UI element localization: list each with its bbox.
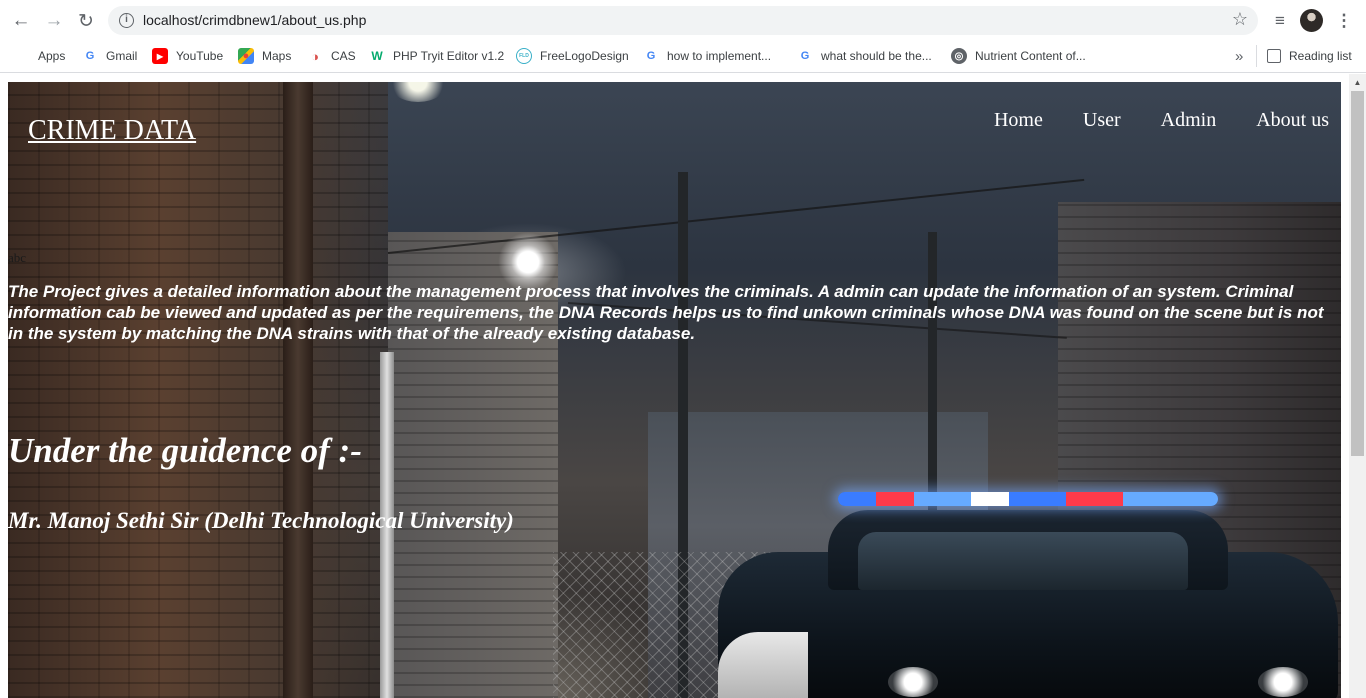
bookmark-label: YouTube xyxy=(176,49,224,63)
brick-wall-left xyxy=(8,82,388,698)
site-logo[interactable]: CRIME DATA xyxy=(28,115,196,147)
headlight xyxy=(888,667,938,697)
bookmark-apps[interactable]: Apps xyxy=(14,45,65,67)
bookmark-label: Gmail xyxy=(106,49,138,63)
reading-list-icon xyxy=(1267,49,1281,63)
bookmark-freelogodesign[interactable]: FLD FreeLogoDesign xyxy=(516,45,629,67)
menu-kebab-icon[interactable]: ⋮ xyxy=(1332,9,1356,33)
bookmark-what-should-be[interactable]: G what should be the... xyxy=(797,45,932,67)
bookmark-nutrient-content[interactable]: ◎ Nutrient Content of... xyxy=(951,45,1086,67)
reload-icon[interactable]: ↻ xyxy=(73,8,99,34)
globe-icon: ◎ xyxy=(951,48,967,64)
stray-text: abc xyxy=(8,250,27,265)
site-info-icon[interactable]: i xyxy=(119,13,134,28)
google-icon: G xyxy=(85,50,95,62)
police-car-image xyxy=(718,492,1338,698)
headlight xyxy=(1258,667,1308,697)
scroll-up-arrow-icon[interactable]: ▲ xyxy=(1349,74,1366,91)
url-text[interactable]: localhost/crimdbnew1/about_us.php xyxy=(143,12,366,28)
bookmark-label: what should be the... xyxy=(821,49,932,63)
bookmark-gmail[interactable]: G Gmail xyxy=(82,45,138,67)
bookmark-maps[interactable]: ● Maps xyxy=(238,45,291,67)
freelogodesign-icon: FLD xyxy=(516,48,532,64)
vertical-scrollbar[interactable]: ▲ xyxy=(1349,74,1366,698)
address-bar[interactable]: i localhost/crimdbnew1/about_us.php ☆ xyxy=(108,6,1258,35)
media-queue-icon[interactable]: ≡ xyxy=(1268,9,1292,33)
apps-grid-icon xyxy=(14,48,30,64)
bookmark-label: CAS xyxy=(331,49,356,63)
nav-about-us[interactable]: About us xyxy=(1256,109,1329,132)
police-lightbar xyxy=(838,492,1218,506)
nav-admin[interactable]: Admin xyxy=(1161,109,1217,132)
google-icon: G xyxy=(646,50,656,62)
wooden-pole xyxy=(283,82,313,698)
cas-icon: ◑ xyxy=(311,48,319,64)
car-door xyxy=(718,632,808,698)
reading-list-label: Reading list xyxy=(1289,49,1352,63)
nav-user[interactable]: User xyxy=(1083,109,1121,132)
guidance-heading: Under the guidence of :- xyxy=(8,431,362,470)
street-lamp-glow xyxy=(388,82,448,102)
google-icon: G xyxy=(800,50,810,62)
browser-toolbar: ← → ↻ i localhost/crimdbnew1/about_us.ph… xyxy=(0,0,1366,40)
youtube-icon: ▶ xyxy=(152,48,168,64)
car-windshield xyxy=(858,532,1188,590)
bookmark-star-icon[interactable]: ☆ xyxy=(1232,9,1248,30)
guide-name: Mr. Manoj Sethi Sir (Delhi Technological… xyxy=(8,508,514,533)
nav-home[interactable]: Home xyxy=(994,109,1043,132)
forward-arrow-icon[interactable]: → xyxy=(41,8,67,34)
bookmark-how-to-implement[interactable]: G how to implement... xyxy=(643,45,771,67)
bookmark-label: how to implement... xyxy=(667,49,772,63)
bookmarks-bar: Apps G Gmail ▶ YouTube ● Maps ◑ CAS W PH… xyxy=(0,40,1366,73)
back-arrow-icon[interactable]: ← xyxy=(8,8,34,34)
w3schools-icon: W xyxy=(371,49,383,63)
bookmark-youtube[interactable]: ▶ YouTube xyxy=(152,45,223,67)
bookmarks-divider xyxy=(1256,45,1257,67)
bookmark-label: Nutrient Content of... xyxy=(975,49,1086,63)
about-paragraph: The Project gives a detailed information… xyxy=(8,282,1324,343)
reading-list-button[interactable]: Reading list xyxy=(1267,45,1352,67)
maps-icon: ● xyxy=(238,48,254,64)
bookmark-label: PHP Tryit Editor v1.2 xyxy=(393,49,505,63)
bookmark-php-tryit[interactable]: W PHP Tryit Editor v1.2 xyxy=(369,45,504,67)
page-viewport: CRIME DATA Home User Admin About us abc … xyxy=(0,74,1366,698)
profile-avatar[interactable] xyxy=(1300,9,1323,32)
hero-background: CRIME DATA Home User Admin About us abc … xyxy=(8,82,1341,698)
bookmark-label: Apps xyxy=(38,49,66,63)
main-nav: Home User Admin About us xyxy=(954,109,1329,132)
more-bookmarks-button[interactable]: » xyxy=(1235,45,1243,67)
scrollbar-thumb[interactable] xyxy=(1351,91,1364,456)
bookmark-label: FreeLogoDesign xyxy=(540,49,629,63)
bookmark-label: Maps xyxy=(262,49,292,63)
power-line xyxy=(387,178,1085,254)
bookmark-cas[interactable]: ◑ CAS xyxy=(307,45,356,67)
